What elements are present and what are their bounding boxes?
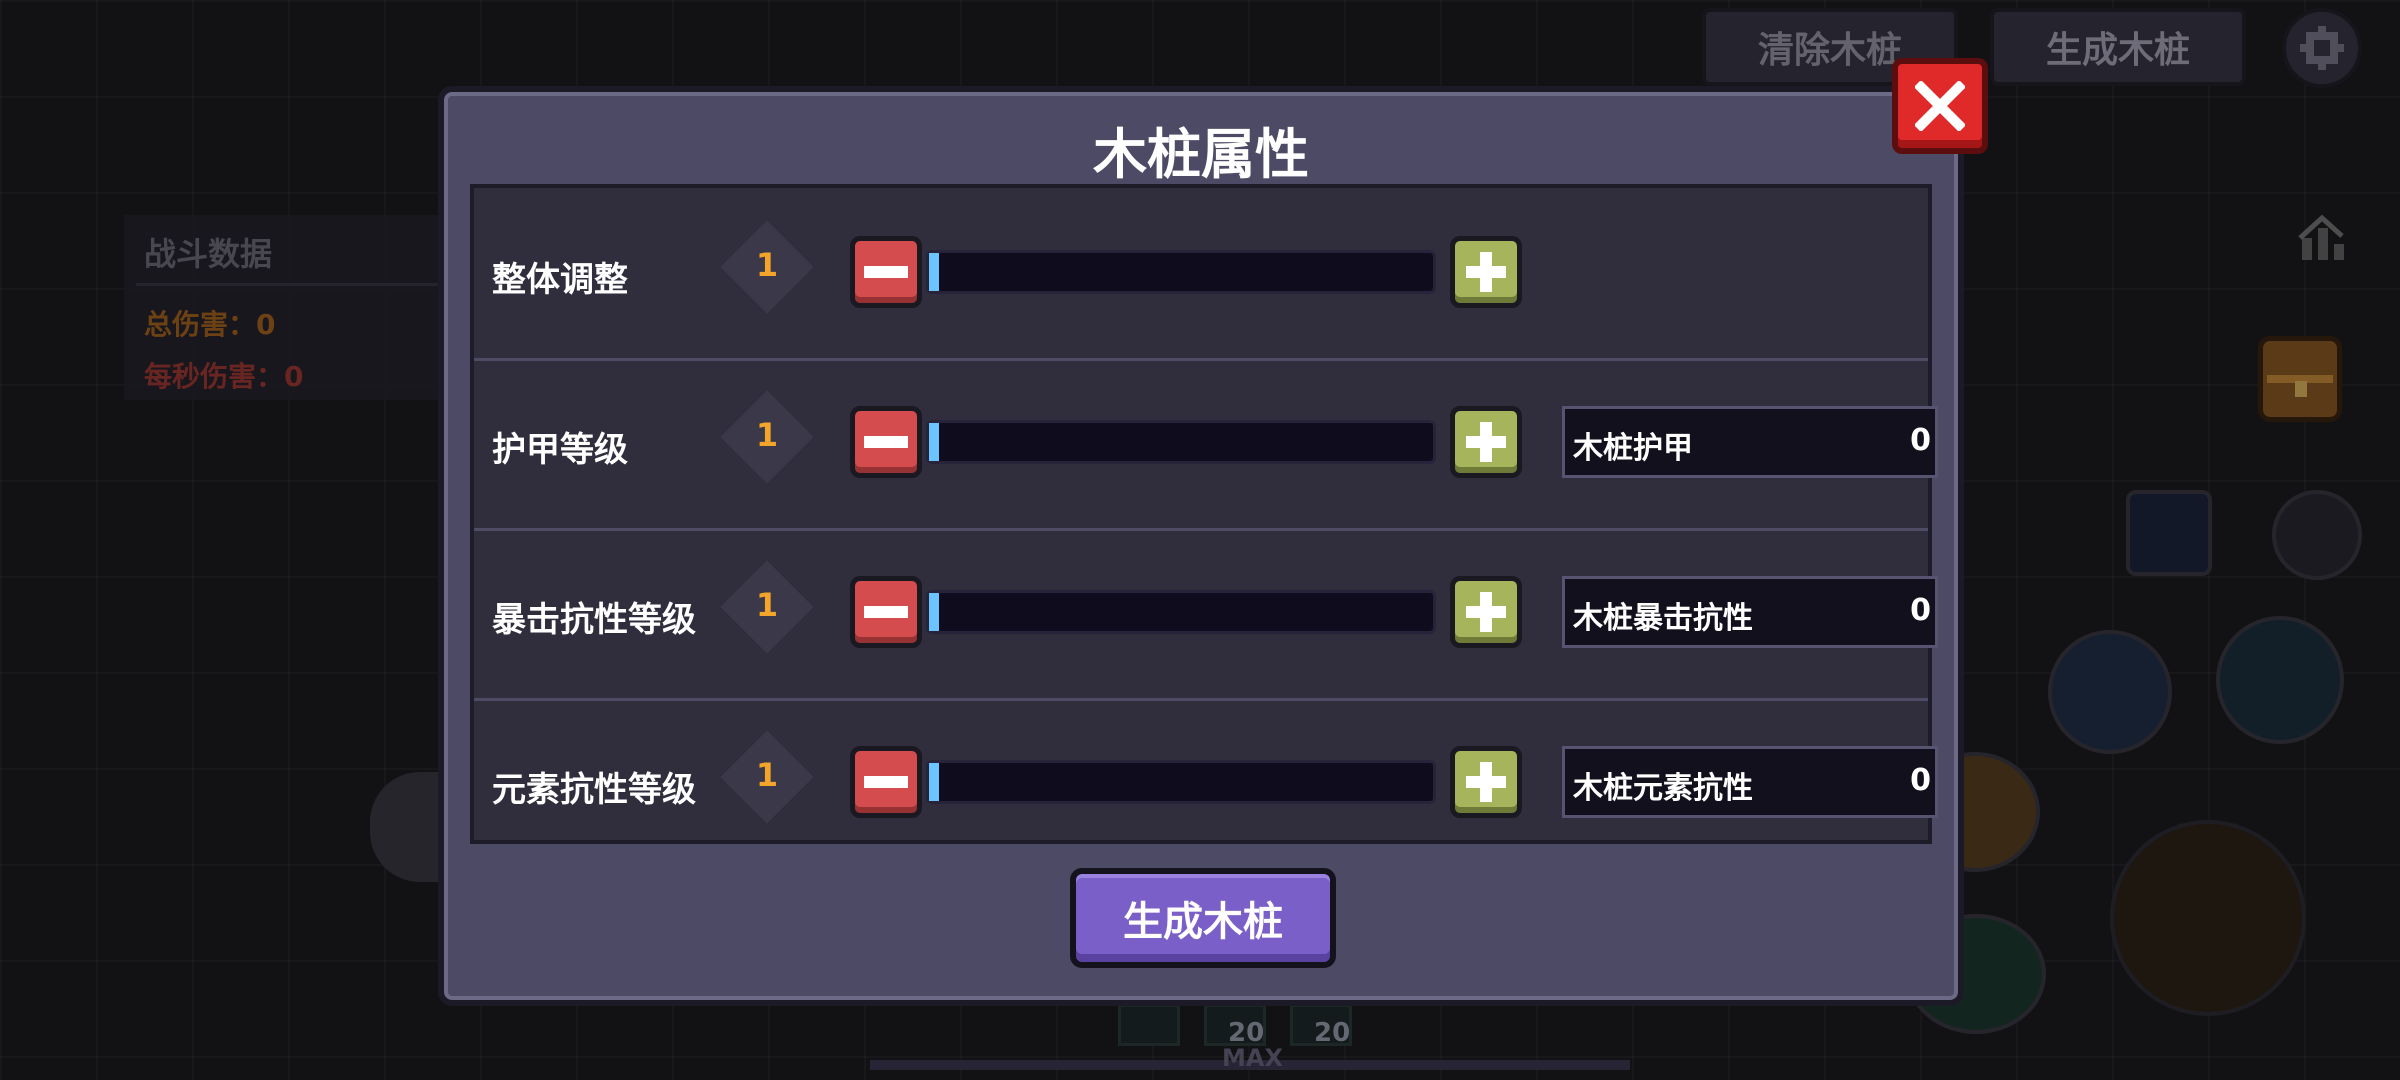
decrease-button[interactable] bbox=[850, 746, 922, 818]
level-slider-fill bbox=[929, 763, 940, 801]
stat-value-box: 木桩元素抗性 0 bbox=[1562, 746, 1938, 818]
attribute-label: 整体调整 bbox=[492, 260, 628, 300]
increase-button[interactable] bbox=[1450, 406, 1522, 478]
level-value: 1 bbox=[755, 586, 779, 624]
attributes-list: 整体调整 1 护甲等级 1 木桩护甲 0 暴击抗性等级 1 木桩暴击抗性 0 元… bbox=[470, 184, 1938, 844]
attribute-row-crit-resistance: 暴击抗性等级 1 木桩暴击抗性 0 bbox=[474, 528, 1938, 698]
level-value: 1 bbox=[755, 246, 779, 284]
close-icon[interactable] bbox=[1892, 58, 1988, 154]
increase-button[interactable] bbox=[1450, 746, 1522, 818]
dialog-title: 木桩属性 bbox=[1093, 123, 1309, 186]
stat-name: 木桩暴击抗性 bbox=[1573, 601, 1753, 636]
attribute-label: 暴击抗性等级 bbox=[492, 600, 696, 640]
stat-name: 木桩元素抗性 bbox=[1573, 771, 1753, 806]
stat-value-box: 木桩护甲 0 bbox=[1562, 406, 1938, 478]
level-slider-fill bbox=[929, 423, 940, 461]
increase-button[interactable] bbox=[1450, 236, 1522, 308]
level-value: 1 bbox=[755, 416, 779, 454]
level-slider-fill bbox=[929, 253, 940, 291]
decrease-button[interactable] bbox=[850, 576, 922, 648]
stat-value: 0 bbox=[1910, 423, 1931, 458]
stat-value: 0 bbox=[1910, 593, 1931, 628]
level-slider[interactable] bbox=[926, 590, 1436, 634]
level-value: 1 bbox=[755, 756, 779, 794]
level-slider[interactable] bbox=[926, 760, 1436, 804]
increase-button[interactable] bbox=[1450, 576, 1522, 648]
generate-dummy-button[interactable]: 生成木桩 bbox=[1070, 868, 1336, 968]
attribute-label: 护甲等级 bbox=[492, 430, 628, 470]
attribute-row-overall: 整体调整 1 bbox=[474, 188, 1928, 358]
stat-name: 木桩护甲 bbox=[1573, 431, 1693, 466]
level-slider-fill bbox=[929, 593, 940, 631]
attribute-label: 元素抗性等级 bbox=[492, 770, 696, 810]
attribute-row-element-resistance: 元素抗性等级 1 木桩元素抗性 0 bbox=[474, 698, 1938, 868]
stat-value-box: 木桩暴击抗性 0 bbox=[1562, 576, 1938, 648]
level-slider[interactable] bbox=[926, 250, 1436, 294]
stat-value: 0 bbox=[1910, 763, 1931, 798]
level-slider[interactable] bbox=[926, 420, 1436, 464]
decrease-button[interactable] bbox=[850, 236, 922, 308]
decrease-button[interactable] bbox=[850, 406, 922, 478]
attribute-row-armor: 护甲等级 1 木桩护甲 0 bbox=[474, 358, 1938, 528]
